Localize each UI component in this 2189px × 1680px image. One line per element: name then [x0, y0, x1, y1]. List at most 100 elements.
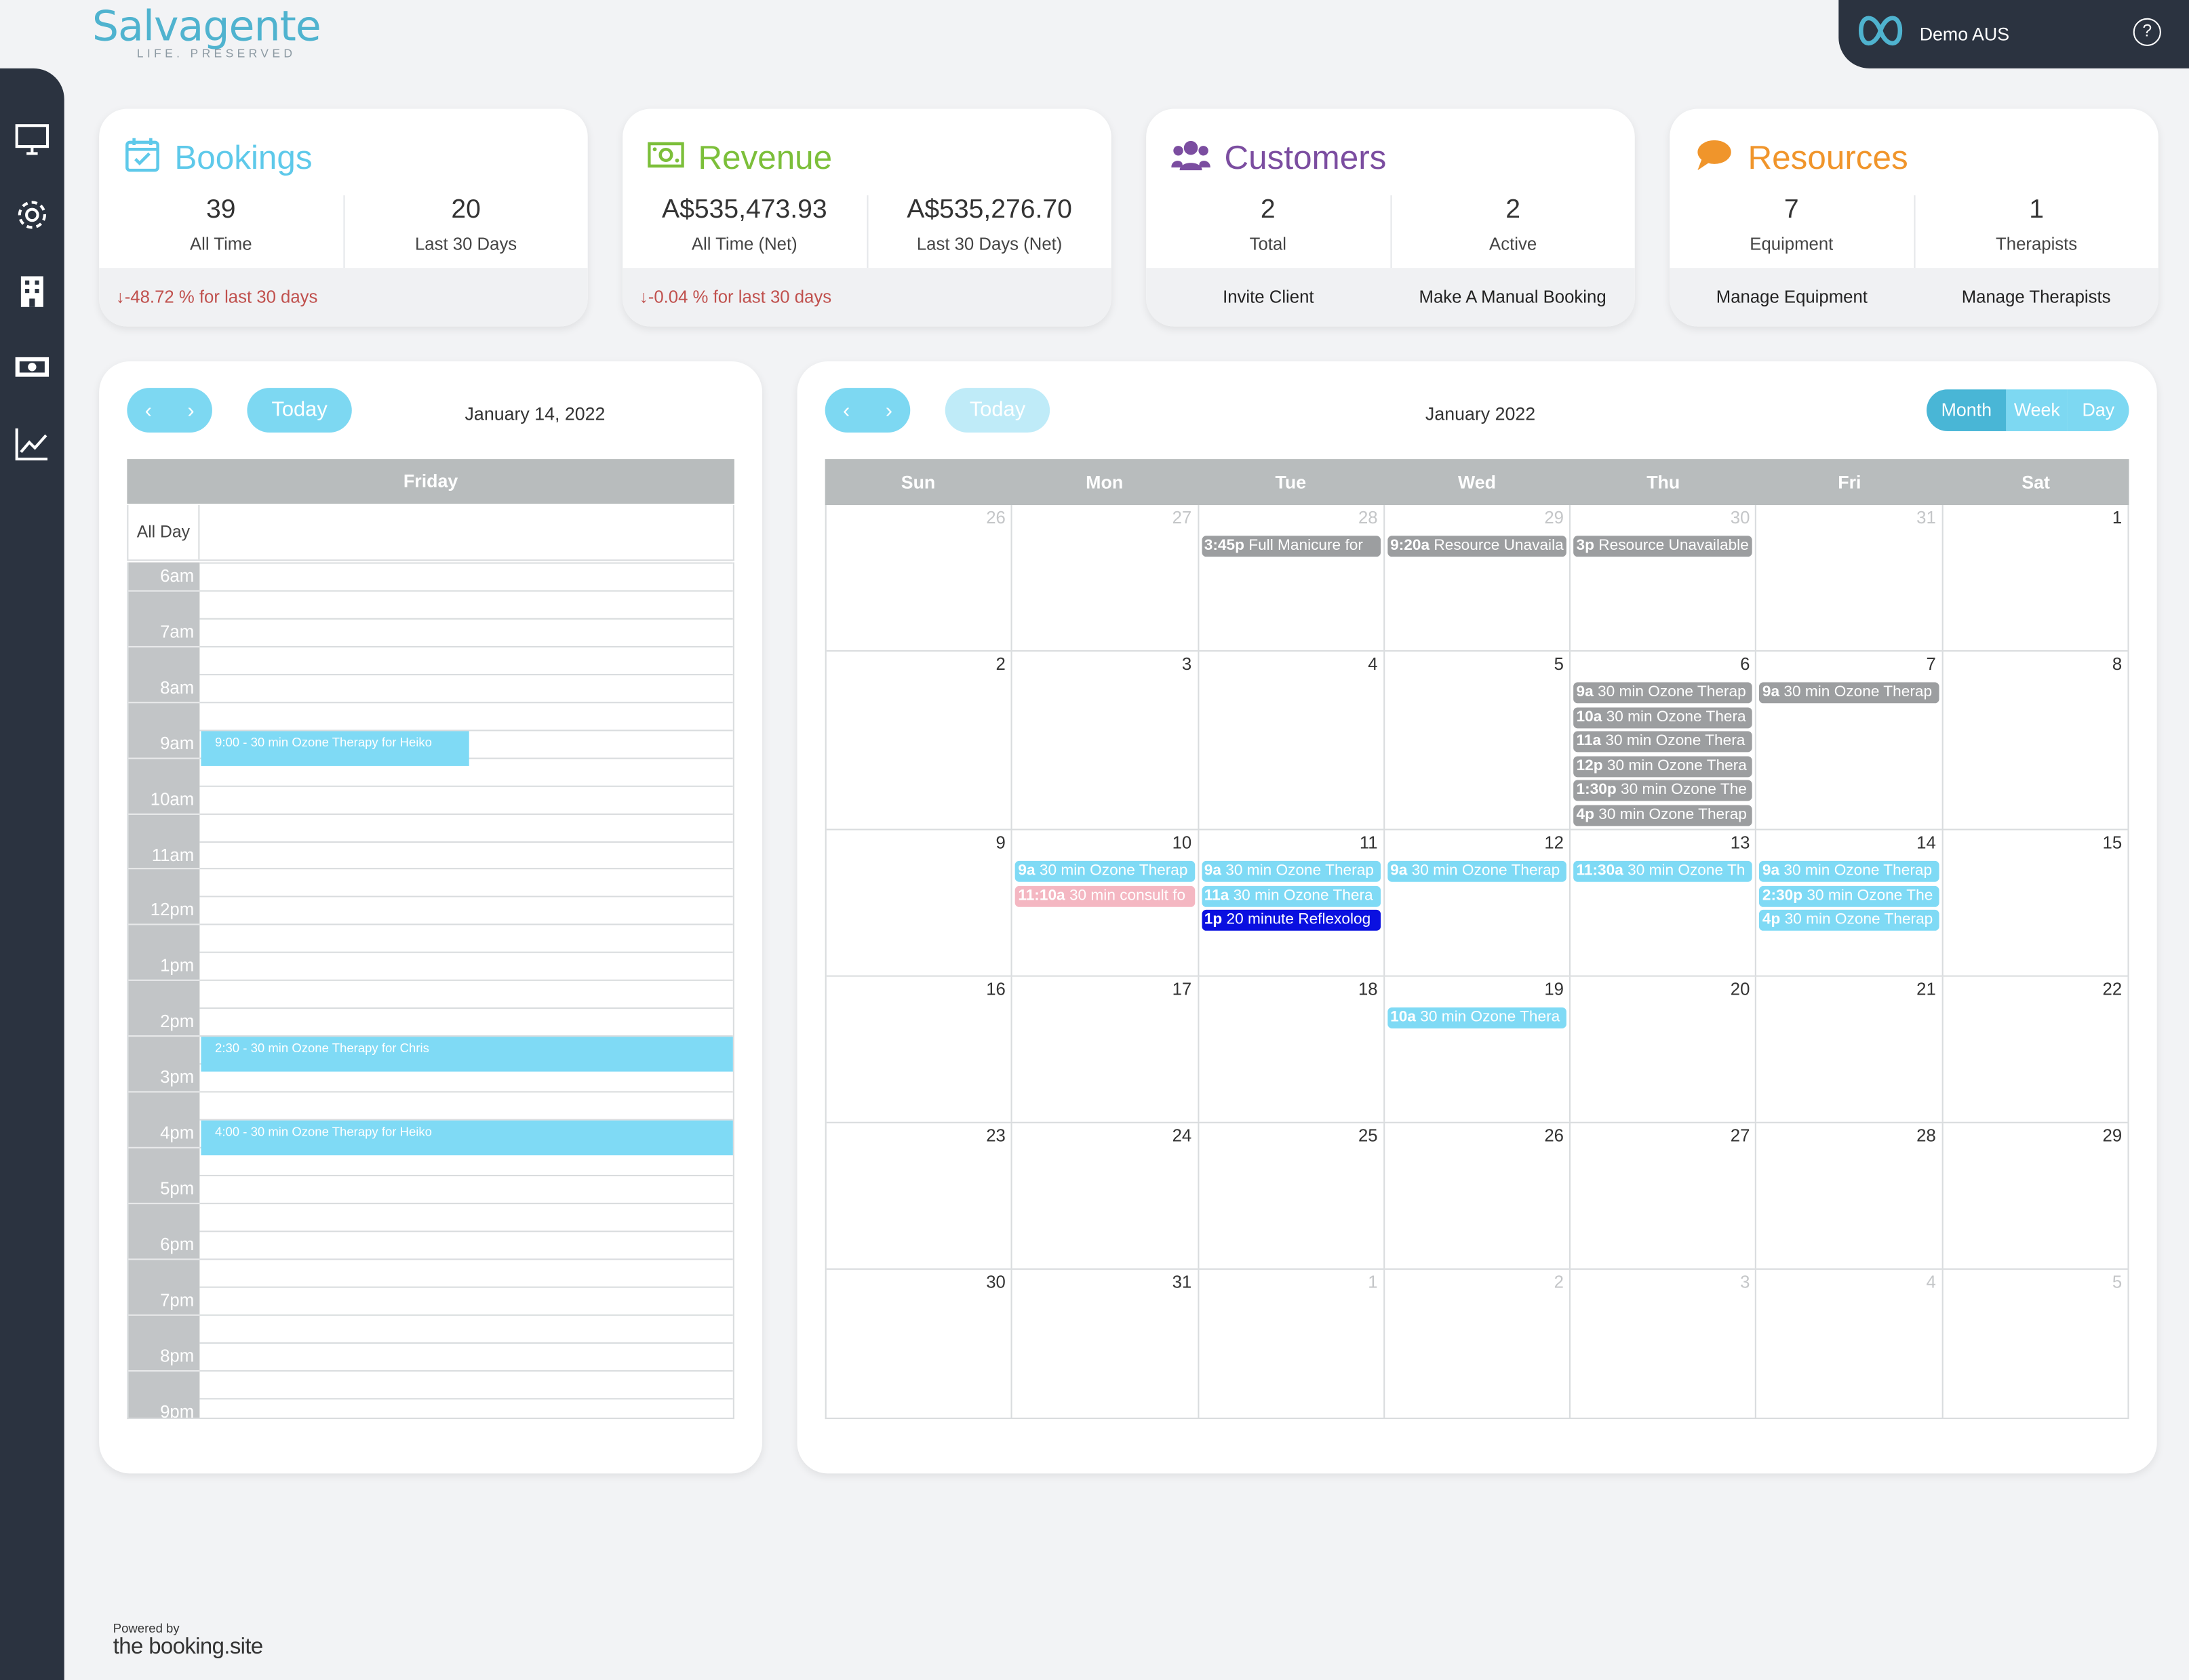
day-cell[interactable]: 1 [1199, 1269, 1385, 1418]
day-today-button[interactable]: Today [247, 388, 352, 433]
day-number[interactable]: 5 [2112, 1273, 2122, 1292]
invite-client-link[interactable]: Invite Client [1146, 287, 1390, 307]
day-cell[interactable]: 16 [827, 976, 1013, 1122]
calendar-event[interactable]: 1:30p 30 min Ozone The [1573, 780, 1753, 801]
day-number[interactable]: 4 [1926, 1273, 1935, 1292]
day-number[interactable]: 12 [1544, 833, 1564, 853]
day-event[interactable]: 4:00 - 30 min Ozone Therapy for Heiko [201, 1120, 733, 1155]
all-day-row[interactable]: All Day [127, 505, 734, 561]
day-cell[interactable]: 31 [1012, 1269, 1199, 1418]
day-number[interactable]: 29 [2103, 1126, 2123, 1146]
day-number[interactable]: 2 [1554, 1273, 1564, 1292]
day-cell[interactable]: 1 [1943, 505, 2127, 650]
day-cell[interactable]: 28 [1757, 1123, 1944, 1268]
day-number[interactable]: 19 [1544, 980, 1564, 999]
day-cell[interactable]: 4 [1757, 1269, 1944, 1418]
month-today-button[interactable]: Today [945, 388, 1050, 433]
day-number[interactable]: 2 [996, 654, 1006, 674]
calendar-event[interactable]: 9a 30 min Ozone Therap [1387, 860, 1567, 882]
gear-icon[interactable] [14, 197, 51, 233]
calendar-event[interactable]: 11:10a 30 min consult fo [1015, 885, 1195, 906]
next-day-icon[interactable]: › [187, 399, 194, 422]
day-cell[interactable]: 30 3p Resource Unavailable [1571, 505, 1757, 651]
day-number[interactable]: 24 [1172, 1126, 1192, 1146]
calendar-event[interactable]: 9a 30 min Ozone Therap [1573, 682, 1753, 704]
manage-equipment-link[interactable]: Manage Equipment [1670, 287, 1914, 307]
day-number[interactable]: 29 [1544, 508, 1564, 527]
day-number[interactable]: 11 [1360, 833, 1378, 853]
calendar-event[interactable]: 12p 30 min Ozone Thera [1573, 755, 1753, 777]
calendar-event[interactable]: 11a 30 min Ozone Thera [1573, 731, 1753, 753]
day-number[interactable]: 26 [986, 508, 1006, 527]
day-cell[interactable]: 29 9:20a Resource Unavaila [1385, 505, 1571, 651]
calendar-event[interactable]: 9:20a Resource Unavaila [1387, 536, 1567, 557]
day-number[interactable]: 14 [1916, 833, 1936, 853]
day-number[interactable]: 18 [1358, 980, 1378, 999]
day-number[interactable]: 3 [1182, 654, 1191, 674]
day-cell[interactable]: 6 9a 30 min Ozone Therap 10a 30 min Ozone … [1571, 652, 1757, 829]
day-number[interactable]: 31 [1916, 508, 1936, 527]
day-number[interactable]: 4 [1368, 654, 1377, 674]
day-cell[interactable]: 15 [1943, 831, 2127, 976]
day-number[interactable]: 28 [1358, 508, 1378, 527]
day-number[interactable]: 15 [2103, 833, 2123, 853]
booking-site-logo[interactable]: the booking.site [113, 1635, 263, 1660]
calendar-event[interactable]: 2:30p 30 min Ozone The [1759, 885, 1939, 906]
day-number[interactable]: 23 [986, 1126, 1006, 1146]
day-number[interactable]: 27 [1731, 1126, 1750, 1146]
day-cell[interactable]: 10 9a 30 min Ozone Therap 11:10a 30 min co… [1012, 830, 1199, 976]
day-cell[interactable]: 26 [1385, 1123, 1571, 1268]
manage-therapists-link[interactable]: Manage Therapists [1914, 287, 2158, 307]
next-month-icon[interactable]: › [886, 399, 892, 422]
help-icon[interactable]: ? [2133, 18, 2161, 46]
day-number[interactable]: 3 [1740, 1273, 1750, 1292]
calendar-event[interactable]: 9a 30 min Ozone Therap [1759, 860, 1939, 882]
day-cell[interactable]: 18 [1199, 976, 1385, 1122]
day-number[interactable]: 28 [1916, 1126, 1936, 1146]
day-cell[interactable]: 13 11:30a 30 min Ozone Th [1571, 830, 1757, 976]
day-cell[interactable]: 2 [1385, 1269, 1571, 1418]
calendar-event[interactable]: 4p 30 min Ozone Therap [1573, 804, 1753, 826]
prev-month-icon[interactable]: ‹ [843, 399, 850, 422]
calendar-event[interactable]: 11a 30 min Ozone Thera [1201, 885, 1381, 906]
calendar-event[interactable]: 3:45p Full Manicure for [1201, 536, 1381, 557]
prev-day-icon[interactable]: ‹ [145, 399, 152, 422]
day-cell[interactable]: 7 9a 30 min Ozone Therap [1757, 652, 1944, 829]
day-cell[interactable]: 28 3:45p Full Manicure for [1199, 505, 1385, 651]
day-cell[interactable]: 21 [1757, 976, 1944, 1122]
day-cell[interactable]: 5 [1385, 652, 1571, 829]
day-cell[interactable]: 2 [827, 652, 1013, 829]
day-cell[interactable]: 30 [827, 1269, 1013, 1418]
day-cell[interactable]: 3 [1012, 652, 1199, 829]
account-bar[interactable]: Demo AUS ? [1838, 0, 2189, 68]
money-icon[interactable] [14, 349, 51, 386]
calendar-event[interactable]: 4p 30 min Ozone Therap [1759, 909, 1939, 931]
day-number[interactable]: 13 [1731, 833, 1750, 853]
day-cell[interactable]: 27 [1012, 505, 1199, 651]
day-number[interactable]: 25 [1358, 1126, 1378, 1146]
building-icon[interactable] [14, 273, 51, 310]
calendar-event[interactable]: 3p Resource Unavailable [1573, 536, 1753, 557]
day-cell[interactable]: 17 [1012, 976, 1199, 1122]
view-week-button[interactable]: Week [2006, 389, 2068, 431]
day-number[interactable]: 20 [1731, 980, 1750, 999]
day-cell[interactable]: 20 [1571, 976, 1757, 1122]
day-event[interactable]: 9:00 - 30 min Ozone Therapy for Heiko [201, 730, 469, 766]
day-cell[interactable]: 8 [1943, 652, 2127, 828]
day-cell[interactable]: 25 [1199, 1123, 1385, 1268]
day-number[interactable]: 30 [1731, 508, 1750, 527]
day-cell[interactable]: 4 [1199, 652, 1385, 829]
day-number[interactable]: 21 [1916, 980, 1936, 999]
salvagente-logo[interactable]: Salvagente LIFE. PRESERVED [92, 3, 321, 60]
day-cell[interactable]: 24 [1012, 1123, 1199, 1268]
view-month-button[interactable]: Month [1927, 389, 2007, 431]
day-cell[interactable]: 31 [1757, 505, 1944, 651]
day-number[interactable]: 1 [1368, 1273, 1377, 1292]
day-number[interactable]: 7 [1926, 654, 1935, 674]
monitor-icon[interactable] [14, 121, 51, 158]
day-cell[interactable]: 11 9a 30 min Ozone Therap 11a 30 min Ozone… [1199, 830, 1385, 976]
day-number[interactable]: 6 [1740, 654, 1750, 674]
calendar-event[interactable]: 10a 30 min Ozone Thera [1573, 706, 1753, 728]
day-number[interactable]: 1 [2112, 508, 2122, 527]
calendar-event[interactable]: 1p 20 minute Reflexolog [1201, 909, 1381, 931]
